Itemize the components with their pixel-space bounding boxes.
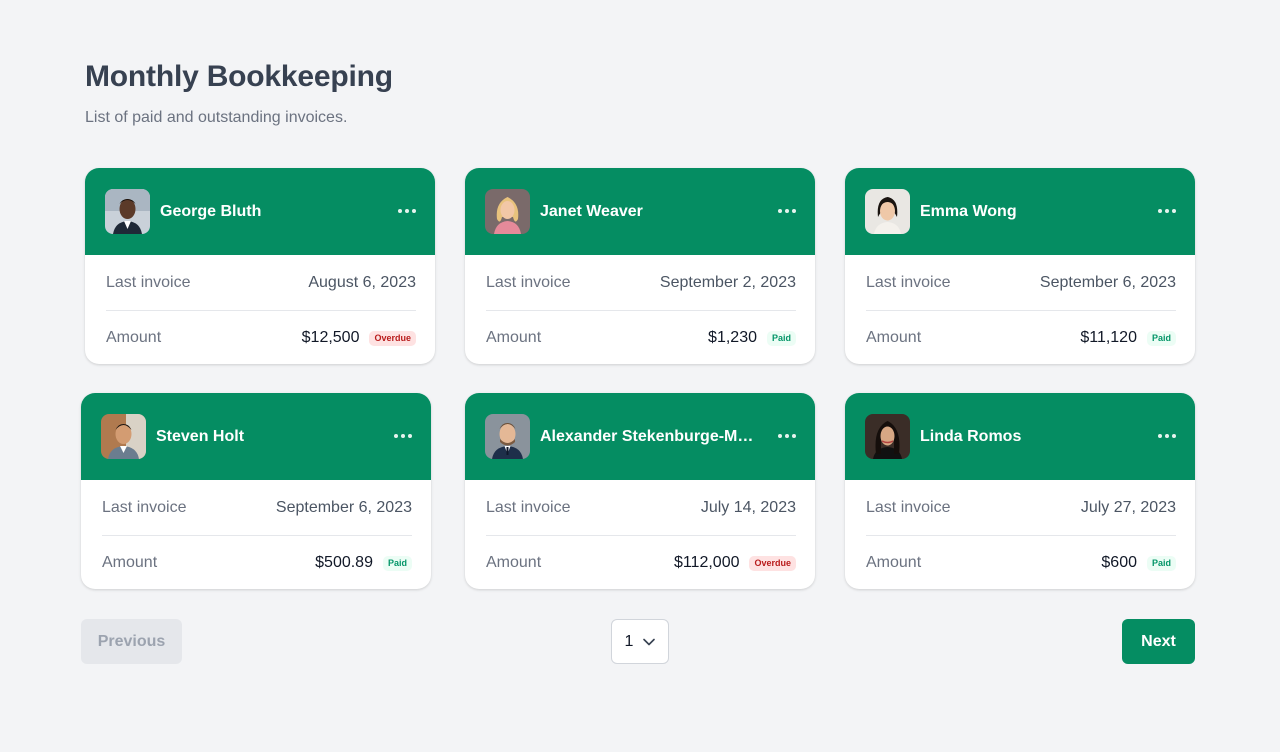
- card-header: Linda Romos: [845, 393, 1195, 480]
- page-select[interactable]: 1: [611, 619, 669, 664]
- avatar: [485, 414, 530, 459]
- last-invoice-row: Last invoice July 14, 2023: [486, 480, 796, 535]
- amount-label: Amount: [486, 554, 542, 571]
- last-invoice-label: Last invoice: [102, 498, 187, 516]
- last-invoice-label: Last invoice: [486, 498, 571, 516]
- last-invoice-row: Last invoice September 6, 2023: [866, 255, 1176, 310]
- amount-value: $12,500: [301, 329, 360, 346]
- next-button[interactable]: Next: [1122, 619, 1195, 664]
- last-invoice-date: July 27, 2023: [1080, 498, 1176, 516]
- customer-name: Emma Wong: [920, 202, 1017, 220]
- avatar: [865, 414, 910, 459]
- page-select-value: 1: [624, 632, 634, 650]
- invoice-card: Alexander Stekenburge-Mo... Last invoice…: [465, 393, 815, 589]
- status-badge: Paid: [766, 330, 796, 346]
- previous-button[interactable]: Previous: [81, 619, 182, 664]
- amount-value: $112,000: [673, 554, 740, 571]
- invoice-card: George Bluth Last invoice August 6, 2023…: [85, 168, 435, 364]
- last-invoice-date: September 2, 2023: [659, 273, 796, 291]
- invoice-card: Linda Romos Last invoice July 27, 2023 A…: [845, 393, 1195, 589]
- customer-name: George Bluth: [160, 202, 262, 220]
- status-badge: Paid: [1146, 330, 1176, 346]
- card-header: Janet Weaver: [465, 168, 815, 255]
- ellipsis-icon: [1158, 209, 1162, 213]
- person-photo-icon: [865, 414, 910, 459]
- person-photo-icon: [105, 189, 150, 234]
- amount-row: Amount $112,000 Overdue: [486, 535, 796, 589]
- more-options-button[interactable]: [393, 426, 413, 446]
- amount-label: Amount: [486, 329, 542, 346]
- chevron-down-icon: [643, 638, 656, 645]
- last-invoice-label: Last invoice: [866, 498, 951, 516]
- last-invoice-row: Last invoice September 6, 2023: [102, 480, 412, 535]
- last-invoice-date: September 6, 2023: [1039, 273, 1176, 291]
- amount-label: Amount: [106, 329, 162, 346]
- last-invoice-label: Last invoice: [486, 273, 571, 291]
- person-photo-icon: [865, 189, 910, 234]
- customer-name: Janet Weaver: [540, 202, 643, 220]
- more-options-button[interactable]: [397, 201, 417, 221]
- page-subtitle: List of paid and outstanding invoices.: [85, 109, 348, 126]
- last-invoice-row: Last invoice July 27, 2023: [866, 480, 1176, 535]
- invoice-card: Janet Weaver Last invoice September 2, 2…: [465, 168, 815, 364]
- customer-name: Linda Romos: [920, 427, 1022, 445]
- last-invoice-label: Last invoice: [106, 273, 191, 291]
- card-header: Steven Holt: [81, 393, 431, 480]
- amount-row: Amount $1,230 Paid: [486, 310, 796, 364]
- status-badge: Overdue: [369, 330, 416, 346]
- amount-row: Amount $11,120 Paid: [866, 310, 1176, 364]
- ellipsis-icon: [778, 434, 782, 438]
- page-title: Monthly Bookkeeping: [85, 60, 393, 93]
- more-options-button[interactable]: [1157, 426, 1177, 446]
- status-badge: Overdue: [749, 555, 796, 571]
- last-invoice-row: Last invoice August 6, 2023: [106, 255, 416, 310]
- invoice-card: Emma Wong Last invoice September 6, 2023…: [845, 168, 1195, 364]
- card-header: Alexander Stekenburge-Mo...: [465, 393, 815, 480]
- avatar: [101, 414, 146, 459]
- last-invoice-date: July 14, 2023: [700, 498, 796, 516]
- last-invoice-date: September 6, 2023: [275, 498, 412, 516]
- invoice-card: Steven Holt Last invoice September 6, 20…: [81, 393, 431, 589]
- more-options-button[interactable]: [777, 426, 797, 446]
- ellipsis-icon: [394, 434, 398, 438]
- card-header: Emma Wong: [845, 168, 1195, 255]
- amount-row: Amount $600 Paid: [866, 535, 1176, 589]
- ellipsis-icon: [398, 209, 402, 213]
- last-invoice-label: Last invoice: [866, 273, 951, 291]
- ellipsis-icon: [778, 209, 782, 213]
- person-photo-icon: [485, 414, 530, 459]
- avatar: [105, 189, 150, 234]
- person-photo-icon: [101, 414, 146, 459]
- last-invoice-date: August 6, 2023: [308, 273, 416, 291]
- amount-value: $1,230: [708, 329, 757, 346]
- amount-value: $500.89: [315, 554, 373, 571]
- avatar: [865, 189, 910, 234]
- more-options-button[interactable]: [777, 201, 797, 221]
- card-header: George Bluth: [85, 168, 435, 255]
- avatar: [485, 189, 530, 234]
- customer-name: Steven Holt: [156, 427, 245, 445]
- amount-value: $11,120: [1080, 329, 1137, 346]
- status-badge: Paid: [1146, 555, 1176, 571]
- amount-label: Amount: [102, 554, 158, 571]
- amount-value: $600: [1101, 554, 1137, 571]
- amount-label: Amount: [866, 554, 922, 571]
- customer-name: Alexander Stekenburge-Mo...: [540, 427, 755, 445]
- amount-row: Amount $12,500 Overdue: [106, 310, 416, 364]
- ellipsis-icon: [1158, 434, 1162, 438]
- amount-label: Amount: [866, 329, 922, 346]
- amount-row: Amount $500.89 Paid: [102, 535, 412, 589]
- more-options-button[interactable]: [1157, 201, 1177, 221]
- status-badge: Paid: [382, 555, 412, 571]
- person-photo-icon: [485, 189, 530, 234]
- last-invoice-row: Last invoice September 2, 2023: [486, 255, 796, 310]
